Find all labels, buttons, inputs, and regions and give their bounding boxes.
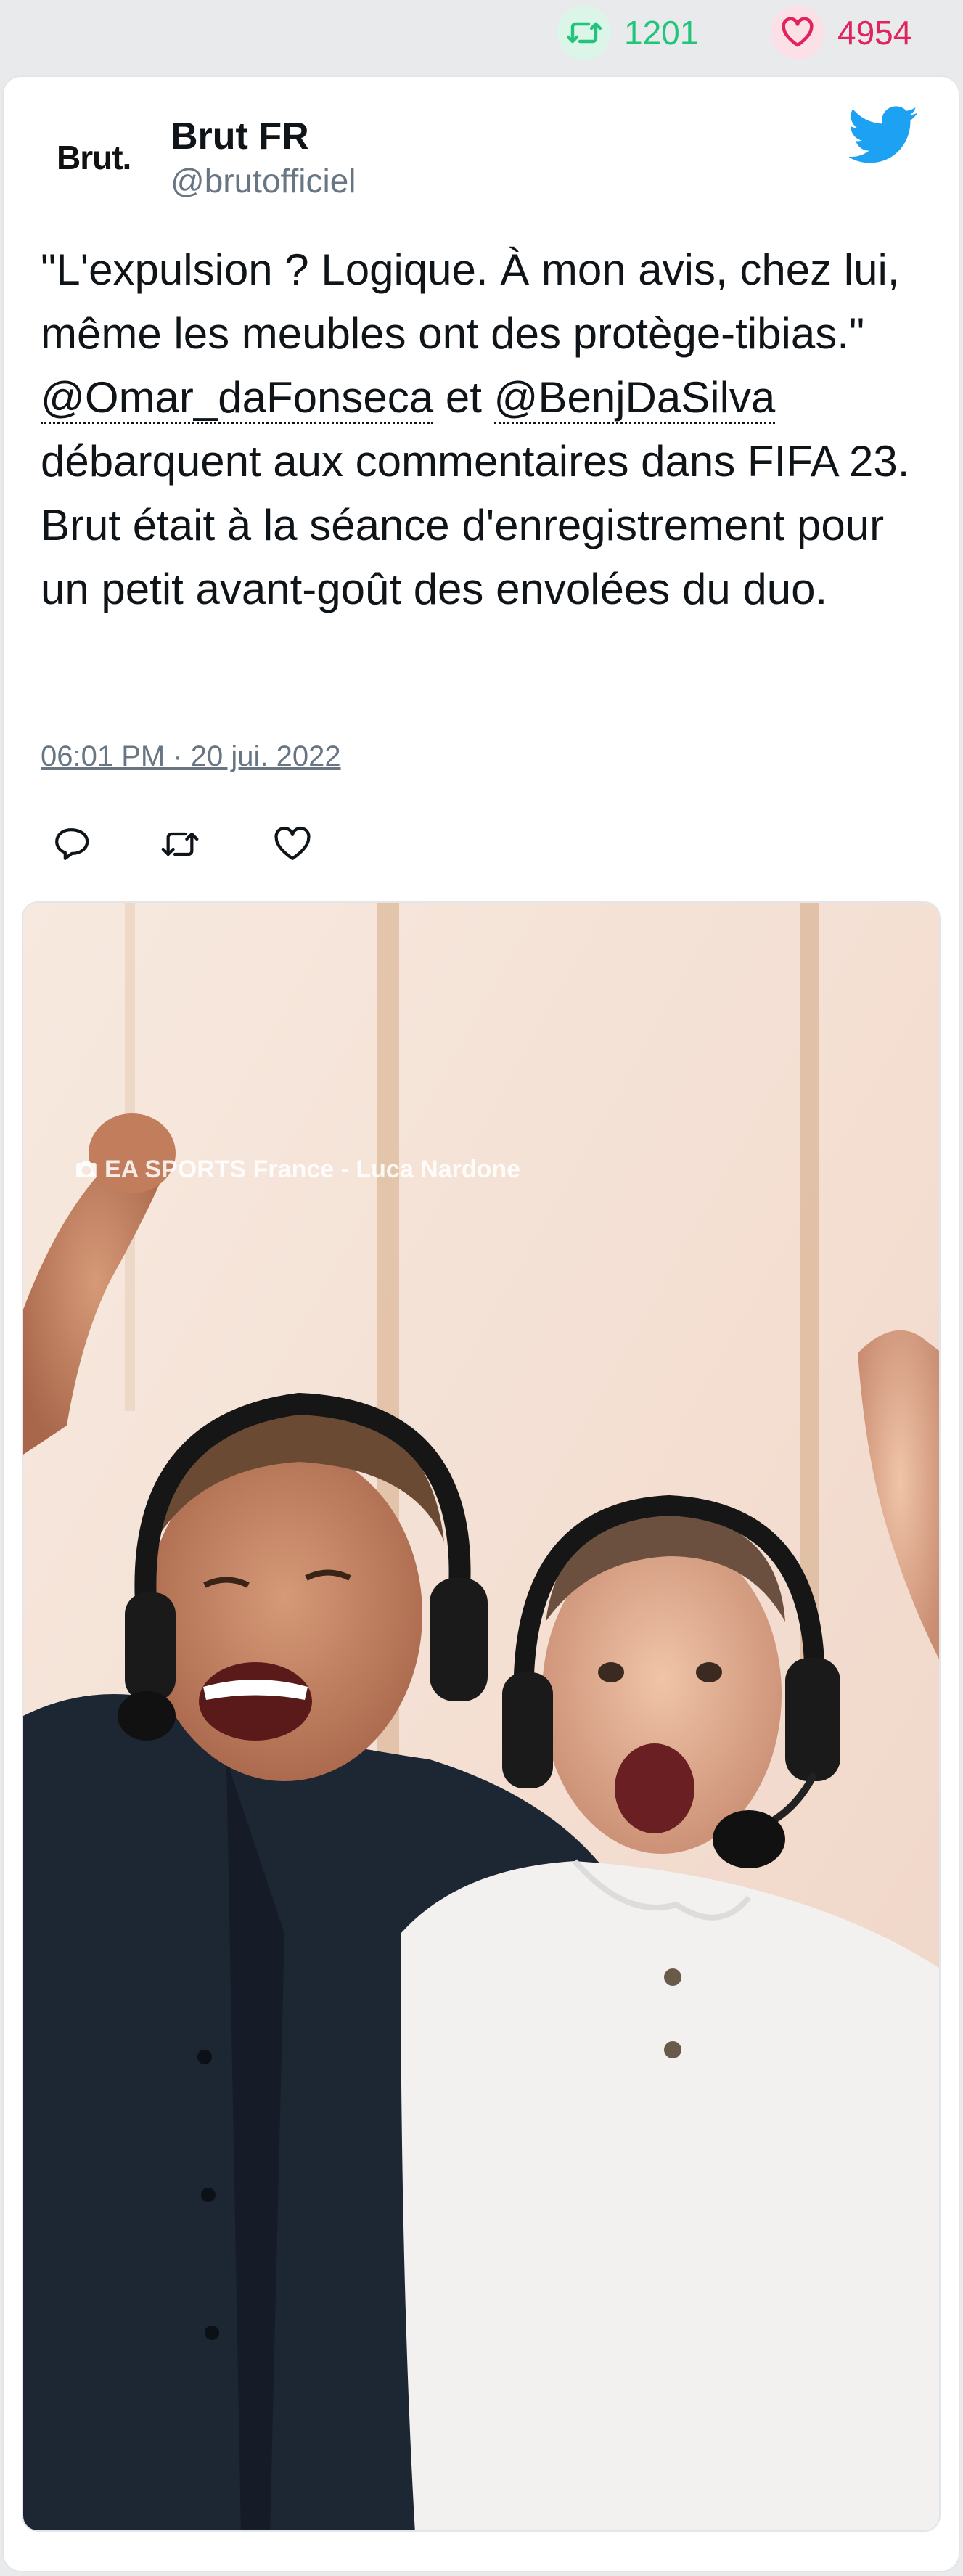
reply-icon[interactable] (51, 824, 91, 864)
tweet-stats-bar: 1201 4954 (0, 0, 963, 65)
twitter-bird-icon[interactable] (849, 106, 919, 164)
photo-credit: EA SPORTS France - Luca Nardone (75, 1156, 520, 1184)
photo-illustration (23, 903, 939, 2530)
brut-logo[interactable]: Brut. (57, 138, 131, 177)
tweet-timestamp[interactable]: 06:01 PM · 20 jui. 2022 (41, 740, 341, 773)
tweet-text: "L'expulsion ? Logique. À mon avis, chez… (41, 238, 933, 621)
mention-benjdasilva[interactable]: @BenjDaSilva (493, 373, 776, 424)
retweet-action-icon[interactable] (160, 824, 200, 864)
tweet-media-photo[interactable]: EA SPORTS France - Luca Nardone (22, 901, 941, 2532)
retweet-stat[interactable]: 1201 (557, 6, 699, 60)
like-count: 4954 (837, 14, 912, 52)
tweet-text-part: "L'expulsion ? Logique. À mon avis, chez… (41, 245, 900, 358)
like-stat[interactable]: 4954 (771, 6, 912, 60)
author-handle[interactable]: @brutofficiel (171, 161, 356, 200)
tweet-text-part: et (433, 373, 494, 422)
mention-omar-dafonseca[interactable]: @Omar_daFonseca (41, 373, 434, 424)
photo-credit-text: EA SPORTS France - Luca Nardone (105, 1156, 521, 1183)
heart-icon (771, 6, 824, 60)
like-action-icon[interactable] (272, 824, 313, 864)
retweet-count: 1201 (624, 14, 699, 52)
tweet-text-part: débarquent aux commentaires dans FIFA 23… (41, 437, 910, 613)
retweet-icon (557, 6, 611, 60)
camera-icon (76, 1161, 97, 1177)
tweet-embed-page: 1201 4954 Brut. Brut FR @brutofficiel "L… (0, 0, 963, 2576)
author-name[interactable]: Brut FR (171, 115, 309, 158)
